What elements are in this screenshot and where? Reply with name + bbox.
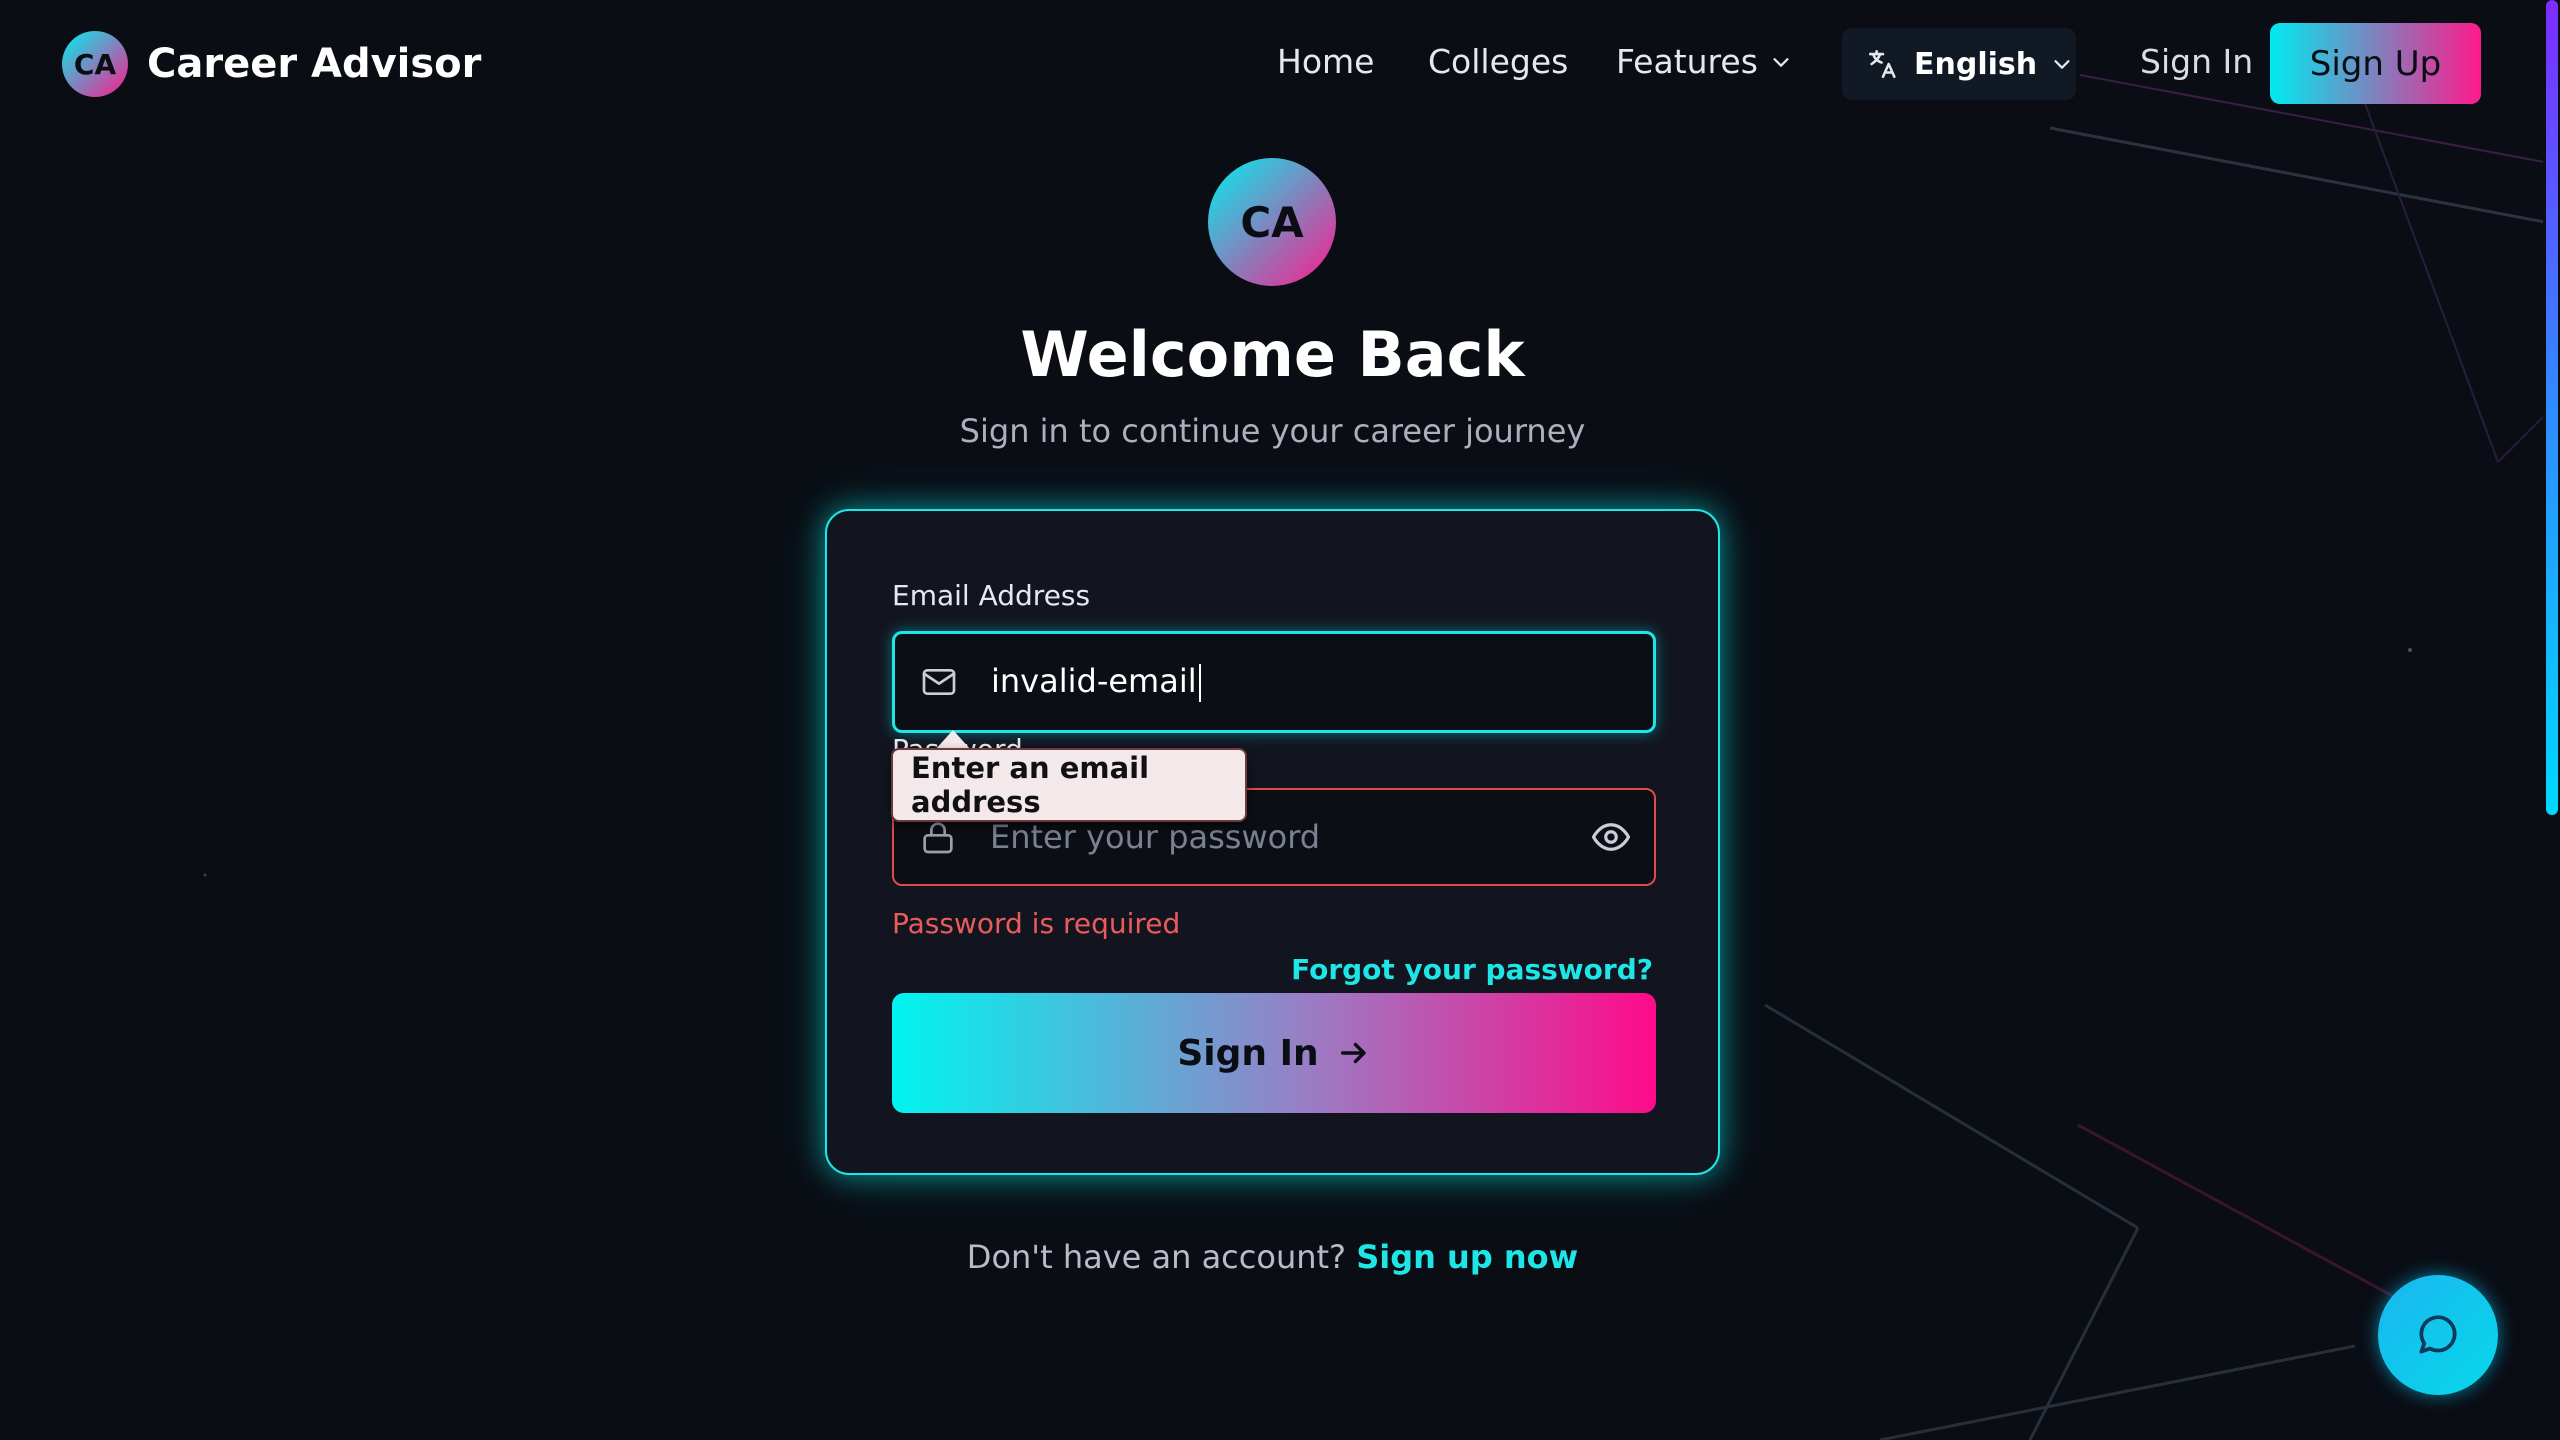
language-selector[interactable]: English: [1842, 28, 2076, 100]
email-field[interactable]: invalid-email: [892, 631, 1656, 733]
nav-sign-up-button[interactable]: Sign Up: [2270, 23, 2481, 104]
nav-features-dropdown[interactable]: Features: [1616, 42, 1792, 81]
sign-in-button-label: Sign In: [1177, 1032, 1319, 1074]
tooltip-arrow: [935, 730, 971, 750]
email-value: invalid-email: [991, 662, 1201, 702]
nav-colleges-link[interactable]: Colleges: [1428, 42, 1568, 81]
brand-name: Career Advisor: [147, 41, 482, 87]
signup-prompt: Don't have an account? Sign up now: [0, 1238, 2545, 1276]
mail-icon: [922, 669, 956, 695]
hero-logo: CA: [1208, 158, 1336, 286]
password-placeholder: Enter your password: [990, 818, 1321, 856]
translate-icon: [1868, 49, 1896, 79]
sign-in-button[interactable]: Sign In: [892, 993, 1656, 1113]
sign-up-now-link[interactable]: Sign up now: [1356, 1238, 1578, 1276]
text-caret: [1198, 664, 1201, 702]
password-error: Password is required: [892, 907, 1181, 940]
chat-button[interactable]: [2378, 1275, 2498, 1395]
page-title: Welcome Back: [1020, 318, 1525, 391]
login-card: Email Address invalid-email Password Ent…: [825, 509, 1720, 1175]
arrow-right-icon: [1340, 1042, 1366, 1064]
signup-prompt-text: Don't have an account?: [966, 1238, 1347, 1276]
brand-logo: CA: [62, 31, 128, 97]
eye-icon[interactable]: [1590, 816, 1632, 858]
lock-icon: [923, 822, 953, 854]
language-label: English: [1914, 46, 2038, 82]
chevron-down-icon: [2054, 60, 2070, 69]
top-navbar: CA Career Advisor Home Colleges Features…: [0, 0, 2560, 130]
chat-bubble-icon: [2419, 1315, 2457, 1354]
nav-home-link[interactable]: Home: [1277, 42, 1374, 81]
brand[interactable]: CA Career Advisor: [62, 31, 481, 97]
chevron-down-icon: [1773, 57, 1789, 67]
email-validation-tooltip: Enter an email address: [891, 748, 1247, 822]
forgot-password-link[interactable]: Forgot your password?: [1291, 953, 1653, 986]
email-label: Email Address: [892, 579, 1091, 612]
page-subtitle: Sign in to continue your career journey: [959, 412, 1586, 450]
nav-sign-in-link[interactable]: Sign In: [2140, 42, 2253, 81]
nav-features-label: Features: [1616, 42, 1758, 81]
scrollbar-thumb[interactable]: [2546, 0, 2558, 815]
